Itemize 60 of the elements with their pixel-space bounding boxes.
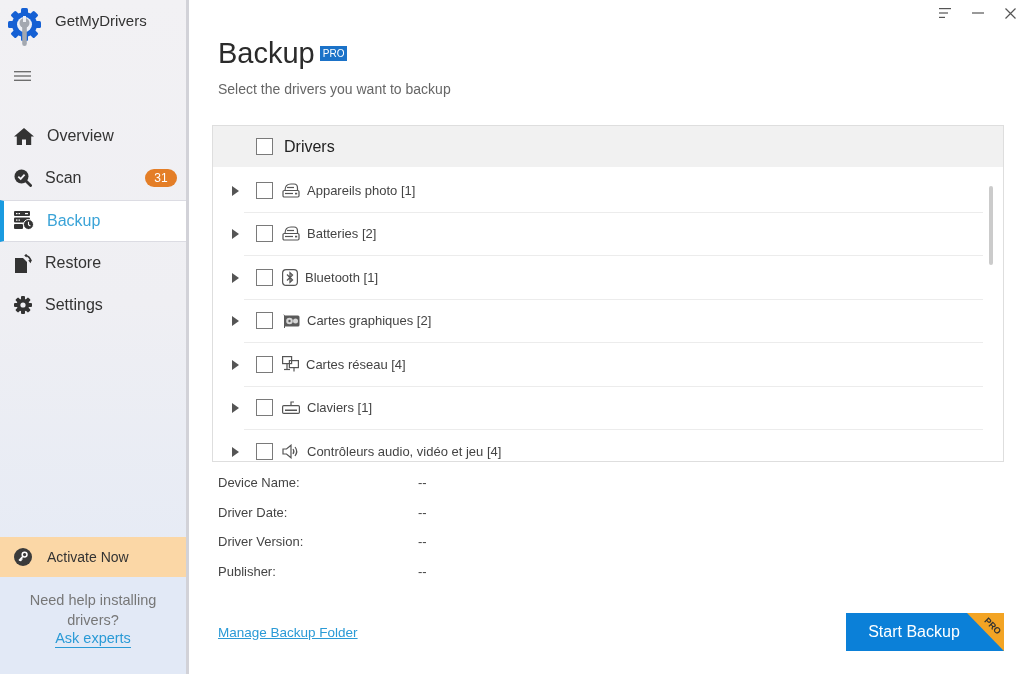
pro-badge: PRO — [319, 45, 348, 61]
category-label[interactable]: Claviers [1] — [307, 400, 373, 416]
expand-arrow-icon[interactable] — [232, 272, 239, 283]
keyboard-icon — [282, 401, 300, 415]
expand-arrow-icon[interactable] — [232, 185, 239, 196]
monitors-icon — [282, 356, 299, 373]
scanner-icon — [282, 226, 300, 242]
detail-value: -- — [418, 474, 427, 492]
detail-label: Device Name: — [218, 474, 300, 492]
page-title: Backup — [218, 36, 315, 70]
checkbox[interactable] — [256, 181, 273, 199]
checkbox[interactable] — [256, 225, 273, 243]
detail-label: Driver Version: — [218, 533, 304, 552]
detail-value: -- — [418, 533, 427, 552]
nav-item[interactable]: Restore — [0, 241, 186, 285]
expand-arrow-icon[interactable] — [232, 229, 239, 240]
category-label[interactable]: Cartes réseau [4] — [306, 356, 406, 372]
detail-value: -- — [418, 563, 427, 582]
checkbox[interactable] — [256, 268, 273, 286]
bluetooth-icon — [282, 268, 298, 286]
category-label[interactable]: Contrôleurs audio, vidéo et jeu [4] — [307, 443, 502, 459]
detail-label: Publisher: — [218, 563, 276, 582]
gear-icon — [14, 296, 32, 315]
nav-item[interactable]: Settings — [0, 284, 186, 327]
category-label[interactable]: Bluetooth [1] — [305, 269, 378, 285]
expand-arrow-icon[interactable] — [232, 403, 239, 414]
expand-arrow-icon[interactable] — [232, 446, 239, 457]
category-label[interactable]: Appareils photo [1] — [307, 182, 416, 198]
expand-arrow-icon[interactable] — [232, 359, 239, 370]
server-clock-icon — [14, 211, 34, 231]
checkbox[interactable] — [256, 355, 273, 373]
graphics-card-icon — [282, 313, 300, 329]
nav-item[interactable]: Overview — [0, 115, 186, 158]
count-badge: 31 — [145, 169, 177, 188]
category-label[interactable]: Batteries [2] — [307, 226, 377, 242]
column-header: Drivers — [284, 137, 335, 156]
close-icon[interactable] — [1005, 7, 1016, 19]
detail-value: -- — [418, 503, 427, 522]
checkbox[interactable] — [256, 442, 273, 460]
detail-label: Driver Date: — [218, 503, 288, 522]
checkbox[interactable] — [256, 312, 273, 330]
nav-item[interactable]: Scan 31 — [0, 157, 186, 200]
scanner-icon — [282, 182, 300, 198]
home-icon — [14, 127, 34, 145]
search-icon — [14, 169, 32, 188]
scrollbar-thumb[interactable] — [989, 186, 993, 265]
checkbox[interactable] — [256, 138, 273, 155]
page-subtitle: Select the drivers you want to backup — [218, 80, 452, 99]
activate-now-button[interactable]: Activate Now — [0, 537, 186, 577]
help-text: Need help installing drivers? — [28, 591, 158, 630]
gear-wrench-logo-icon — [8, 8, 41, 46]
sort-lines-icon[interactable] — [939, 8, 951, 18]
key-icon — [14, 548, 32, 566]
expand-arrow-icon[interactable] — [232, 316, 239, 327]
category-label[interactable]: Cartes graphiques [2] — [307, 313, 432, 329]
menu-icon[interactable] — [14, 71, 31, 81]
checkbox[interactable] — [256, 399, 273, 417]
speaker-icon — [282, 443, 300, 459]
document-arrow-icon — [14, 253, 32, 273]
app-name: GetMyDrivers — [55, 12, 147, 30]
